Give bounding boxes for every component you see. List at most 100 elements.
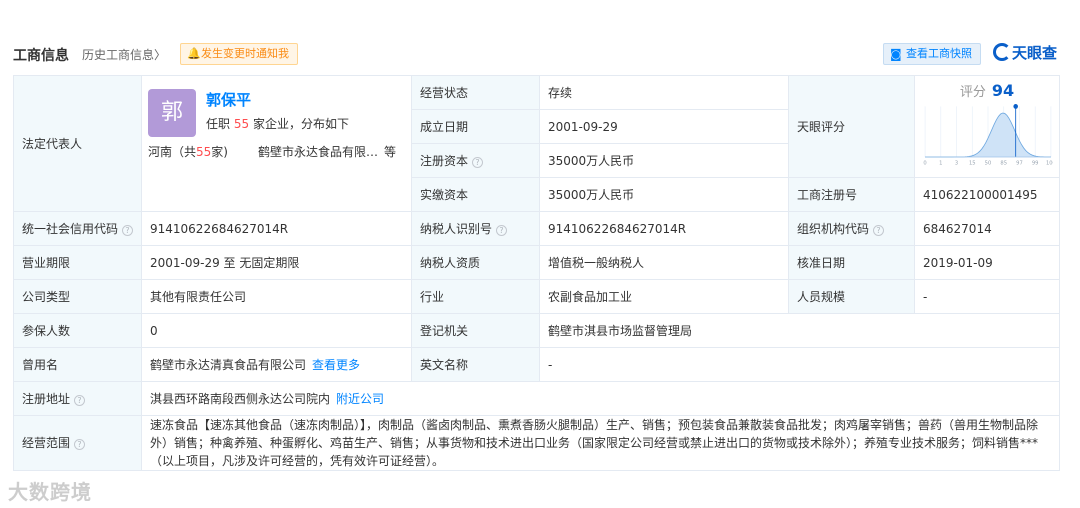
taxpayer-qual-label: 纳税人资质 [411,245,540,280]
help-icon[interactable]: ? [74,394,86,406]
insured-value: 0 [141,313,412,348]
score-tick-label: 85 [1000,161,1007,167]
legal-rep-desc: 任职 55 家企业，分布如下 [206,116,349,131]
bell-icon: 🔔 [187,47,201,60]
score-tick-label: 50 [985,161,992,167]
reg-capital-value: 35000万人民币 [539,143,789,178]
legal-rep-region: 河南（共55家) 鹤壁市永达食品有限… 等 [148,144,397,159]
approval-date-value: 2019-01-09 [914,245,1060,280]
table-row: 公司类型 其他有限责任公司 行业 农副食品加工业 人员规模 - [13,279,1060,314]
section-title: 工商信息 [13,48,69,64]
score-label: 天眼评分 [788,75,915,178]
score-tick-label: 15 [969,161,976,167]
status-value: 存续 [539,75,789,110]
insured-label: 参保人数 [13,313,142,348]
address-cell: 淇县西环路南段西侧永达公司院内 附近公司 [141,381,1060,416]
brand-name: 天眼查 [1012,44,1058,62]
score-cell: 评分94 0 1 3 15 50 85 97 99 100 [914,75,1060,178]
avatar: 郭 [148,88,196,137]
reg-no-value: 410622100001495 [914,177,1060,212]
scope-label-cell: 经营范围? [13,415,142,471]
taxpayer-qual-value: 增值税一般纳税人 [539,245,789,280]
tianyancha-logo-icon [993,43,1011,61]
industry-value: 农副食品加工业 [539,279,789,314]
table-row: 法定代表人 郭 郭保平 任职 55 家企业，分布如下 河南（共55家) 鹤壁市永达… [13,75,1060,212]
region-company[interactable]: 鹤壁市永达食品有限… [258,145,378,159]
table-row: 注册地址? 淇县西环路南段西侧永达公司院内 附近公司 [13,381,1060,416]
help-icon[interactable]: ? [873,224,885,236]
score-tick-label: 0 [923,161,927,167]
scope-value: 速冻食品【速冻其他食品（速冻肉制品）】，肉制品（酱卤肉制品、熏煮香肠火腿制品）生… [141,415,1060,471]
table-row: 营业期限 2001-09-29 至 无固定期限 纳税人资质 增值税一般纳税人 核… [13,245,1060,280]
org-code-label-cell: 组织机构代码? [788,211,915,246]
score-tick-label: 99 [1032,161,1039,167]
english-name-label: 英文名称 [411,347,540,382]
term-value: 2001-09-29 至 无固定期限 [141,245,412,280]
legal-rep-name[interactable]: 郭保平 [206,91,251,109]
score-head: 评分 94 [959,81,1015,101]
reg-no-label: 工商注册号 [788,177,915,212]
address-label-cell: 注册地址? [13,381,142,416]
history-link[interactable]: 历史工商信息〉 [82,46,166,63]
paid-capital-label: 实缴资本 [411,177,540,212]
address-value: 淇县西环路南段西侧永达公司院内 [150,391,331,406]
org-code-value: 684627014 [914,211,1060,246]
industry-label: 行业 [411,279,540,314]
former-name-label: 曾用名 [13,347,142,382]
reg-capital-label: 注册资本 [420,153,469,168]
score-tick-label: 3 [955,161,958,167]
nearby-companies-link[interactable]: 附近公司 [336,392,384,406]
help-icon[interactable]: ? [472,156,484,168]
company-count[interactable]: 55 [234,117,249,131]
score-tick-label: 1 [939,161,942,167]
view-snapshot-button[interactable]: ◙ 查看工商快照 [883,43,981,65]
founded-value: 2001-09-29 [539,109,789,144]
legal-rep-cell: 郭 郭保平 任职 55 家企业，分布如下 河南（共55家) 鹤壁市永达食品有限… 等 [141,75,412,212]
table-row: 统一社会信用代码? 91410622684627014R 纳税人识别号? 914… [13,211,1060,246]
help-icon[interactable]: ? [496,224,508,236]
taxpayer-id-label-cell: 纳税人识别号? [411,211,540,246]
table-row: 经营范围? 速冻食品【速冻其他食品（速冻肉制品）】，肉制品（酱卤肉制品、熏煮香肠… [13,415,1060,471]
notify-label: 发生变更时通知我 [201,47,289,60]
term-label: 营业期限 [13,245,142,280]
help-icon[interactable]: ? [122,224,134,236]
staff-size-label: 人员规模 [788,279,915,314]
watermark: 大数跨境 [8,480,92,504]
notify-change-button[interactable]: 🔔 发生变更时通知我 [180,43,298,65]
score-distribution-chart: 0 1 3 15 50 85 97 99 100 [923,103,1053,167]
status-label: 经营状态 [411,75,540,110]
region-count[interactable]: 55 [196,145,211,159]
brand-logo: 天眼查 [993,42,1057,63]
score-tick-label: 100 [1046,161,1053,167]
score-tick-label: 97 [1016,161,1023,167]
reg-authority-label: 登记机关 [411,313,540,348]
legal-rep-label: 法定代表人 [13,75,142,212]
paid-capital-value: 35000万人民币 [539,177,789,212]
help-icon[interactable]: ? [74,439,86,450]
table-row: 曾用名 鹤壁市永达清真食品有限公司 查看更多 英文名称 - [13,347,1060,382]
approval-date-label: 核准日期 [788,245,915,280]
view-more-link[interactable]: 查看更多 [312,358,360,372]
history-label: 历史工商信息 [82,48,155,62]
founded-label: 成立日期 [411,109,540,144]
taxpayer-id-value: 91410622684627014R [539,211,789,246]
company-type-value: 其他有限责任公司 [141,279,412,314]
former-name-value: 鹤壁市永达清真食品有限公司 [150,357,307,372]
snapshot-label: 查看工商快照 [906,47,972,60]
camera-icon: ◙ [890,47,902,61]
section-header: 工商信息 历史工商信息〉 🔔 发生变更时通知我 ◙ 查看工商快照 天眼查 [13,40,1063,68]
staff-size-value: - [914,279,1060,314]
score-value: 94 [991,81,1015,100]
region-etc: 等 [384,144,397,159]
reg-authority-value: 鹤壁市淇县市场监督管理局 [539,313,1060,348]
business-info-table: 法定代表人 郭 郭保平 任职 55 家企业，分布如下 河南（共55家) 鹤壁市永达… [13,75,1060,471]
credit-code-label-cell: 统一社会信用代码? [13,211,142,246]
credit-code-value: 91410622684627014R [141,211,412,246]
score-marker-dot [1013,103,1018,109]
reg-capital-label-cell: 注册资本? [411,143,540,178]
table-row: 参保人数 0 登记机关 鹤壁市淇县市场监督管理局 [13,313,1060,348]
english-name-value: - [539,347,1060,382]
company-type-label: 公司类型 [13,279,142,314]
chevron-right-icon: 〉 [154,48,167,62]
former-name-cell: 鹤壁市永达清真食品有限公司 查看更多 [141,347,412,382]
